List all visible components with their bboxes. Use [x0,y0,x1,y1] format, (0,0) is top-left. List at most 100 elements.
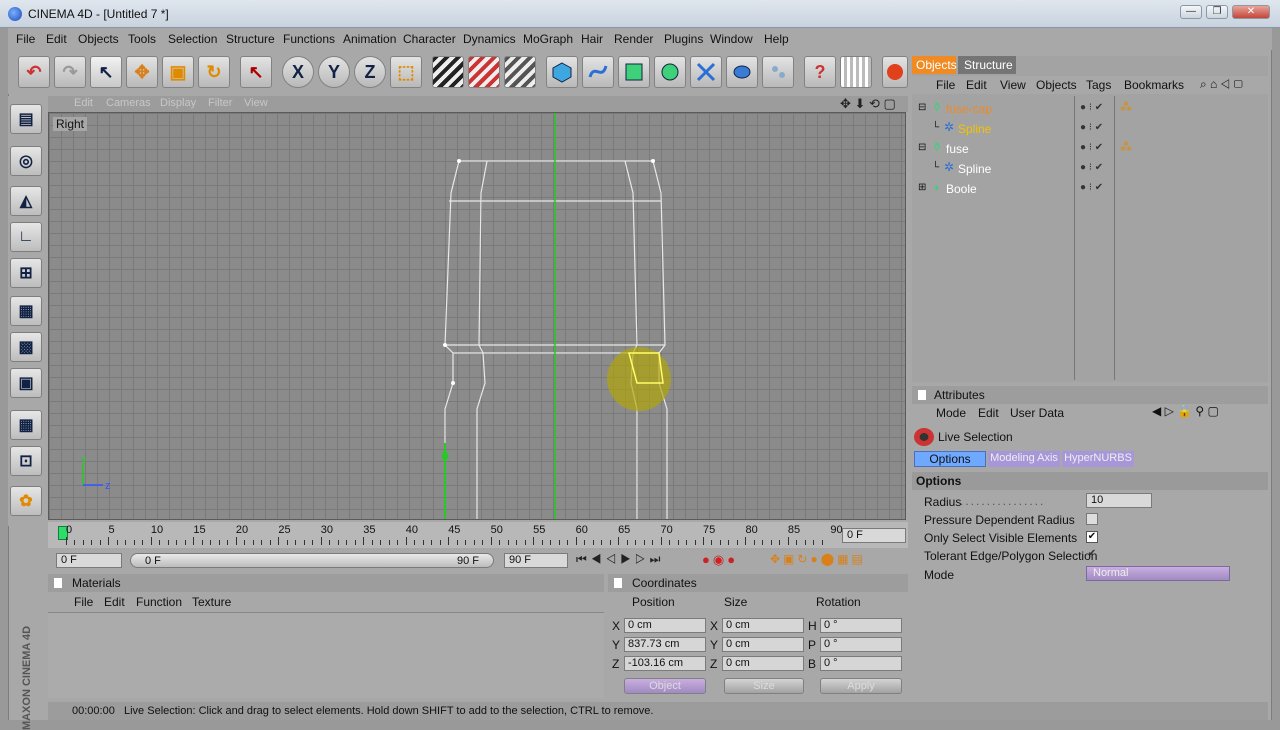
polygons-mode-icon[interactable]: ▩ [10,332,42,362]
nurbs-icon[interactable] [618,56,650,88]
coord-apply-button[interactable]: Apply [820,678,902,694]
attr-tab-modeling-axis[interactable]: Modeling Axis [988,451,1060,467]
pos-z-field[interactable]: -103.16 cm [624,656,706,671]
deformer-icon[interactable] [690,56,722,88]
render-view-icon[interactable] [432,56,464,88]
viewport-menu-filter[interactable]: Filter [208,97,232,109]
viewport-right[interactable]: Right y z [48,112,906,520]
model-tool-icon[interactable]: ◭ [10,186,42,216]
attr-menu-userdata[interactable]: User Data [1010,406,1064,420]
texture-mode-icon[interactable]: ◎ [10,146,42,176]
om-menu-tags[interactable]: Tags [1086,78,1111,92]
object-row-fuse-cap[interactable]: ⊟ ⚱ fuse-cap ● ⁝ ✔ ⁂ [916,100,1268,120]
pos-y-field[interactable]: 837.73 cm [624,637,706,652]
tab-objects[interactable]: Objects [912,56,957,74]
viewport-menu-edit[interactable]: Edit [74,97,93,109]
menu-hair[interactable]: Hair [581,32,603,46]
mat-menu-texture[interactable]: Texture [192,595,231,609]
attr-tab-hypernurbs[interactable]: HyperNURBS [1062,451,1134,467]
object-name[interactable]: fuse [946,142,969,156]
move-icon[interactable]: ✥ [126,56,158,88]
content-browser-icon[interactable] [840,56,872,88]
attr-tab-options[interactable]: Options [914,451,986,467]
om-menu-bookmarks[interactable]: Bookmarks [1124,78,1184,92]
object-name[interactable]: Boole [946,182,977,196]
menu-render[interactable]: Render [614,32,653,46]
menu-animation[interactable]: Animation [343,32,396,46]
attr-menu-mode[interactable]: Mode [936,406,966,420]
size-y-field[interactable]: 0 cm [722,637,804,652]
radius-field[interactable]: 10 [1086,493,1152,508]
tab-structure[interactable]: Structure [958,56,1016,74]
menu-edit[interactable]: Edit [46,32,67,46]
object-name[interactable]: Spline [958,162,991,176]
record-keys-icons[interactable]: ●◉● [702,552,738,568]
minimize-button[interactable]: — [1180,5,1202,19]
maximize-button[interactable]: ❐ [1206,5,1228,19]
attr-nav-icons[interactable]: ◀ ▷ 🔒 ⚲ ▢ [1152,404,1219,418]
menu-character[interactable]: Character [403,32,456,46]
mat-menu-edit[interactable]: Edit [104,595,125,609]
visible-checkbox[interactable]: ✔ [1086,531,1098,543]
size-x-field[interactable]: 0 cm [722,618,804,633]
menu-functions[interactable]: Functions [283,32,335,46]
size-z-field[interactable]: 0 cm [722,656,804,671]
menu-window[interactable]: Window [710,32,753,46]
spline-icon[interactable] [582,56,614,88]
attr-menu-edit[interactable]: Edit [978,406,999,420]
points-mode-icon[interactable]: ⊞ [10,258,42,288]
start-frame-field[interactable]: 0 F [56,553,122,568]
viewport-menu-cameras[interactable]: Cameras [106,97,151,109]
coord-mode-size-dropdown[interactable]: Size [724,678,804,694]
modeling-icon[interactable] [654,56,686,88]
rotate-icon[interactable]: ↻ [198,56,230,88]
materials-area[interactable] [48,612,604,698]
y-axis-icon[interactable]: Y [318,56,350,88]
object-row-spline[interactable]: └ ✲ Spline ● ⁝ ✔ [916,120,1268,140]
rot-p-field[interactable]: 0 ° [820,637,902,652]
mat-menu-file[interactable]: File [74,595,93,609]
menu-dynamics[interactable]: Dynamics [463,32,516,46]
undo-icon[interactable]: ↶ [18,56,50,88]
pos-x-field[interactable]: 0 cm [624,618,706,633]
tolerant-checkbox[interactable]: ✔ [1086,549,1098,561]
menu-tools[interactable]: Tools [128,32,156,46]
pressure-checkbox[interactable] [1086,513,1098,525]
live-select-icon[interactable]: ↖ [90,56,122,88]
rot-h-field[interactable]: 0 ° [820,618,902,633]
object-row-fuse[interactable]: ⊟ ⚱ fuse ● ⁝ ✔ ⁂ [916,140,1268,160]
help-icon[interactable]: ? [804,56,836,88]
close-button[interactable]: ✕ [1232,5,1270,19]
cube-icon[interactable] [546,56,578,88]
end-frame-field[interactable]: 90 F [504,553,568,568]
menu-structure[interactable]: Structure [226,32,275,46]
scale-icon[interactable]: ▣ [162,56,194,88]
edges-mode-icon[interactable]: ▦ [10,296,42,326]
coordinate-system-icon[interactable]: ⬚ [390,56,422,88]
camera-icon[interactable] [762,56,794,88]
sculpt-icon[interactable]: ✿ [10,486,42,516]
om-menu-objects[interactable]: Objects [1036,78,1077,92]
redo-icon[interactable]: ↷ [54,56,86,88]
last-tool-icon[interactable]: ↖ [240,56,272,88]
mode-dropdown[interactable]: Normal [1086,566,1230,581]
om-menu-edit[interactable]: Edit [966,78,987,92]
object-name[interactable]: Spline [958,122,991,136]
z-axis-icon[interactable]: Z [354,56,386,88]
coord-mode-object-dropdown[interactable]: Object [624,678,706,694]
viewport-nav-icons[interactable]: ✥ ⬇ ⟲ ▢ [840,96,896,112]
om-menu-file[interactable]: File [936,78,955,92]
object-row-boole[interactable]: ⊞ ◑ Boole ● ⁝ ✔ [916,180,1268,200]
viewport-menu-display[interactable]: Display [160,97,196,109]
rot-b-field[interactable]: 0 ° [820,656,902,671]
render-settings-icon[interactable] [504,56,536,88]
viewport-menu-view[interactable]: View [244,97,268,109]
keyframe-type-icons[interactable]: ✥▣↻●⬤▦▤ [770,552,866,566]
om-search-icons[interactable]: ⌕ ⌂ ◁ ▢ [1200,77,1243,92]
render-picture-viewer-icon[interactable] [468,56,500,88]
object-name[interactable]: fuse-cap [946,102,992,116]
mat-menu-function[interactable]: Function [136,595,182,609]
workplane-icon[interactable]: ▦ [10,410,42,440]
current-frame-field[interactable]: 0 F [842,528,906,543]
object-axis-icon[interactable]: ∟ [10,222,42,252]
